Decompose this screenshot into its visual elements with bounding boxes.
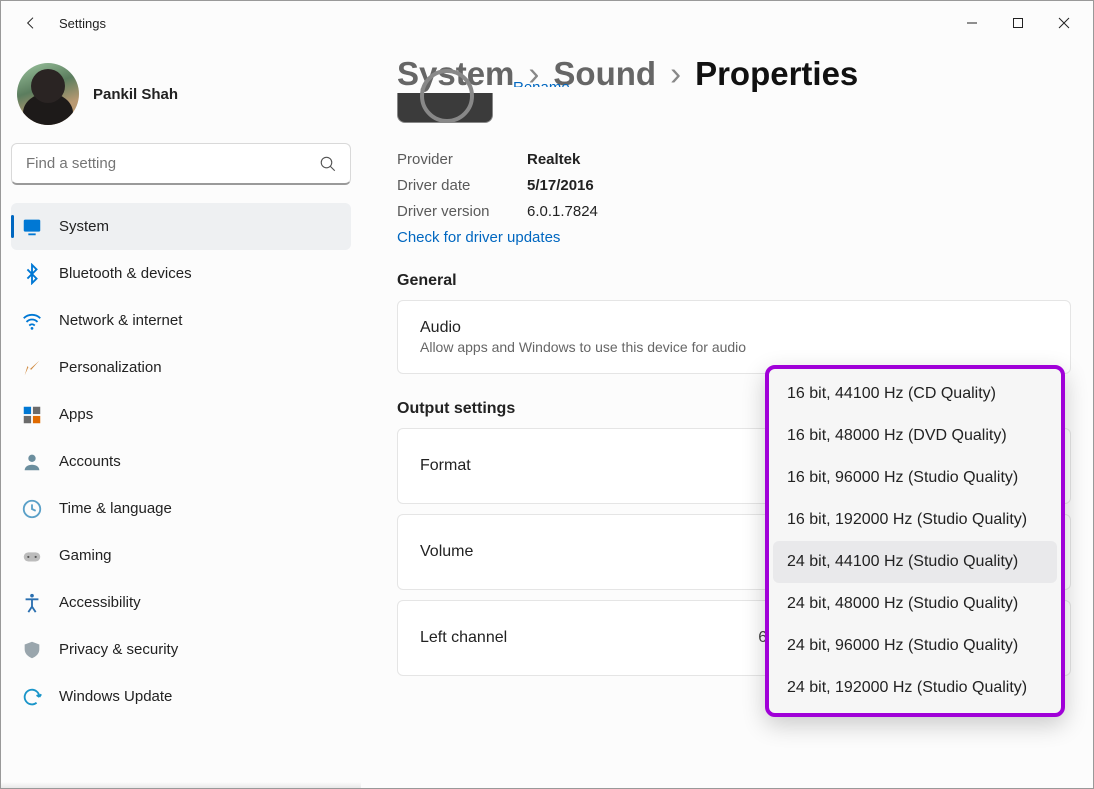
sidebar-item-bluetooth[interactable]: Bluetooth & devices bbox=[11, 250, 351, 297]
chevron-right-icon: › bbox=[528, 55, 539, 93]
gaming-icon bbox=[21, 545, 43, 567]
back-button[interactable] bbox=[15, 7, 47, 39]
sidebar-item-label: Privacy & security bbox=[59, 641, 178, 658]
sidebar-item-privacy[interactable]: Privacy & security bbox=[11, 626, 351, 673]
titlebar: Settings bbox=[1, 1, 1093, 45]
sidebar-item-label: Network & internet bbox=[59, 312, 182, 329]
sidebar-item-system[interactable]: System bbox=[11, 203, 351, 250]
sidebar-item-gaming[interactable]: Gaming bbox=[11, 532, 351, 579]
bluetooth-icon bbox=[21, 263, 43, 285]
scroll-shadow bbox=[1, 782, 361, 788]
driver-version-label: Driver version bbox=[397, 199, 497, 225]
user-name: Pankil Shah bbox=[93, 86, 178, 103]
sidebar-item-accounts[interactable]: Accounts bbox=[11, 438, 351, 485]
audio-title: Audio bbox=[420, 319, 1048, 337]
avatar bbox=[17, 63, 79, 125]
main-content: System › Sound › Properties Rename Provi… bbox=[361, 45, 1093, 788]
section-general: General bbox=[397, 272, 1071, 290]
accessibility-icon bbox=[21, 592, 43, 614]
format-option[interactable]: 24 bit, 192000 Hz (Studio Quality) bbox=[773, 667, 1057, 709]
sidebar-item-update[interactable]: Windows Update bbox=[11, 673, 351, 720]
driver-version-value: 6.0.1.7824 bbox=[527, 199, 598, 225]
page-title: Properties bbox=[695, 55, 858, 93]
format-option[interactable]: 24 bit, 44100 Hz (Studio Quality) bbox=[773, 541, 1057, 583]
format-option[interactable]: 16 bit, 44100 Hz (CD Quality) bbox=[773, 373, 1057, 415]
format-option[interactable]: 24 bit, 48000 Hz (Studio Quality) bbox=[773, 583, 1057, 625]
provider-label: Provider bbox=[397, 147, 497, 173]
search-icon bbox=[319, 155, 337, 173]
driver-info: Provider Realtek Driver date 5/17/2016 Dri… bbox=[397, 147, 1071, 246]
driver-date-value: 5/17/2016 bbox=[527, 173, 594, 199]
volume-label: Volume bbox=[420, 543, 473, 561]
device-header: Rename bbox=[397, 93, 1071, 123]
user-profile[interactable]: Pankil Shah bbox=[11, 55, 351, 143]
format-label: Format bbox=[420, 457, 471, 475]
sidebar-item-label: Time & language bbox=[59, 500, 172, 517]
sidebar: Pankil Shah System Bluetooth & devices Net… bbox=[1, 45, 361, 788]
sidebar-item-label: Accounts bbox=[59, 453, 121, 470]
format-option[interactable]: 24 bit, 96000 Hz (Studio Quality) bbox=[773, 625, 1057, 667]
format-option[interactable]: 16 bit, 192000 Hz (Studio Quality) bbox=[773, 499, 1057, 541]
audio-card[interactable]: Audio Allow apps and Windows to use this… bbox=[397, 300, 1071, 374]
sidebar-item-label: Gaming bbox=[59, 547, 112, 564]
time-icon bbox=[21, 498, 43, 520]
nav-list: System Bluetooth & devices Network & inter… bbox=[11, 203, 351, 720]
left-channel-label: Left channel bbox=[420, 629, 507, 647]
format-option[interactable]: 16 bit, 48000 Hz (DVD Quality) bbox=[773, 415, 1057, 457]
update-icon bbox=[21, 686, 43, 708]
check-updates-link[interactable]: Check for driver updates bbox=[397, 229, 1071, 246]
sidebar-item-network[interactable]: Network & internet bbox=[11, 297, 351, 344]
sidebar-item-apps[interactable]: Apps bbox=[11, 391, 351, 438]
apps-icon bbox=[21, 404, 43, 426]
device-thumbnail bbox=[397, 93, 493, 123]
privacy-icon bbox=[21, 639, 43, 661]
accounts-icon bbox=[21, 451, 43, 473]
system-icon bbox=[21, 216, 43, 238]
personalization-icon bbox=[21, 357, 43, 379]
sidebar-item-personalization[interactable]: Personalization bbox=[11, 344, 351, 391]
minimize-button[interactable] bbox=[949, 7, 995, 39]
chevron-right-icon: › bbox=[670, 55, 681, 93]
window-controls bbox=[949, 7, 1087, 39]
sidebar-item-label: System bbox=[59, 218, 109, 235]
format-option[interactable]: 16 bit, 96000 Hz (Studio Quality) bbox=[773, 457, 1057, 499]
sidebar-item-time[interactable]: Time & language bbox=[11, 485, 351, 532]
close-button[interactable] bbox=[1041, 7, 1087, 39]
search-input[interactable] bbox=[11, 143, 351, 185]
provider-value: Realtek bbox=[527, 147, 580, 173]
sidebar-item-label: Windows Update bbox=[59, 688, 172, 705]
window-title: Settings bbox=[59, 16, 106, 31]
breadcrumb: System › Sound › Properties bbox=[397, 55, 1071, 93]
network-icon bbox=[21, 310, 43, 332]
rename-link[interactable]: Rename bbox=[513, 79, 570, 87]
driver-date-label: Driver date bbox=[397, 173, 497, 199]
audio-desc: Allow apps and Windows to use this devic… bbox=[420, 339, 1048, 355]
sidebar-item-label: Bluetooth & devices bbox=[59, 265, 192, 282]
sidebar-item-label: Apps bbox=[59, 406, 93, 423]
format-dropdown[interactable]: 16 bit, 44100 Hz (CD Quality)16 bit, 480… bbox=[765, 365, 1065, 717]
sidebar-item-label: Accessibility bbox=[59, 594, 141, 611]
breadcrumb-sound[interactable]: Sound bbox=[553, 55, 656, 93]
sidebar-item-label: Personalization bbox=[59, 359, 162, 376]
maximize-button[interactable] bbox=[995, 7, 1041, 39]
sidebar-item-accessibility[interactable]: Accessibility bbox=[11, 579, 351, 626]
